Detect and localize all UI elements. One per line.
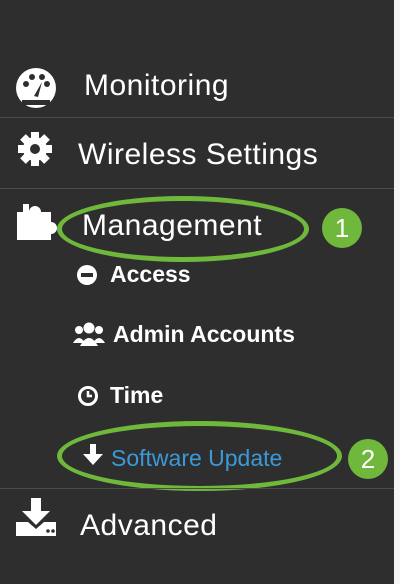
nav-label-time: Time: [110, 382, 164, 408]
nav-item-wireless-settings[interactable]: Wireless Settings: [0, 124, 394, 186]
download-tray-icon: [16, 498, 56, 536]
step-badge-1: 1: [322, 208, 362, 248]
nav-item-advanced[interactable]: Advanced: [0, 494, 394, 556]
page-edge: [394, 0, 400, 584]
callout-ring-1: [57, 196, 309, 262]
callout-ring-2: [57, 421, 342, 491]
menu-divider: [0, 488, 394, 489]
dashboard-icon: [16, 68, 56, 108]
users-icon: [73, 322, 105, 346]
clock-icon: [78, 386, 98, 406]
nav-label-monitoring: Monitoring: [84, 69, 230, 102]
gear-icon: [18, 132, 52, 166]
step-badge-2: 2: [348, 439, 388, 479]
nav-label-admin-accounts: Admin Accounts: [113, 321, 295, 347]
menu-divider: [0, 117, 394, 118]
nav-item-access[interactable]: Access: [0, 255, 394, 293]
nav-item-monitoring[interactable]: Monitoring: [0, 60, 394, 116]
menu-divider: [0, 188, 394, 189]
puzzle-icon: [17, 204, 57, 240]
nav-label-wireless-settings: Wireless Settings: [78, 138, 319, 171]
nav-label-advanced: Advanced: [80, 509, 218, 542]
nav-label-access: Access: [110, 261, 191, 287]
nav-item-admin-accounts[interactable]: Admin Accounts: [0, 315, 394, 353]
nav-item-time[interactable]: Time: [0, 376, 394, 414]
minus-circle-icon: [77, 265, 97, 285]
sidebar-menu: Monitoring Wireless Settings Management …: [0, 0, 400, 584]
